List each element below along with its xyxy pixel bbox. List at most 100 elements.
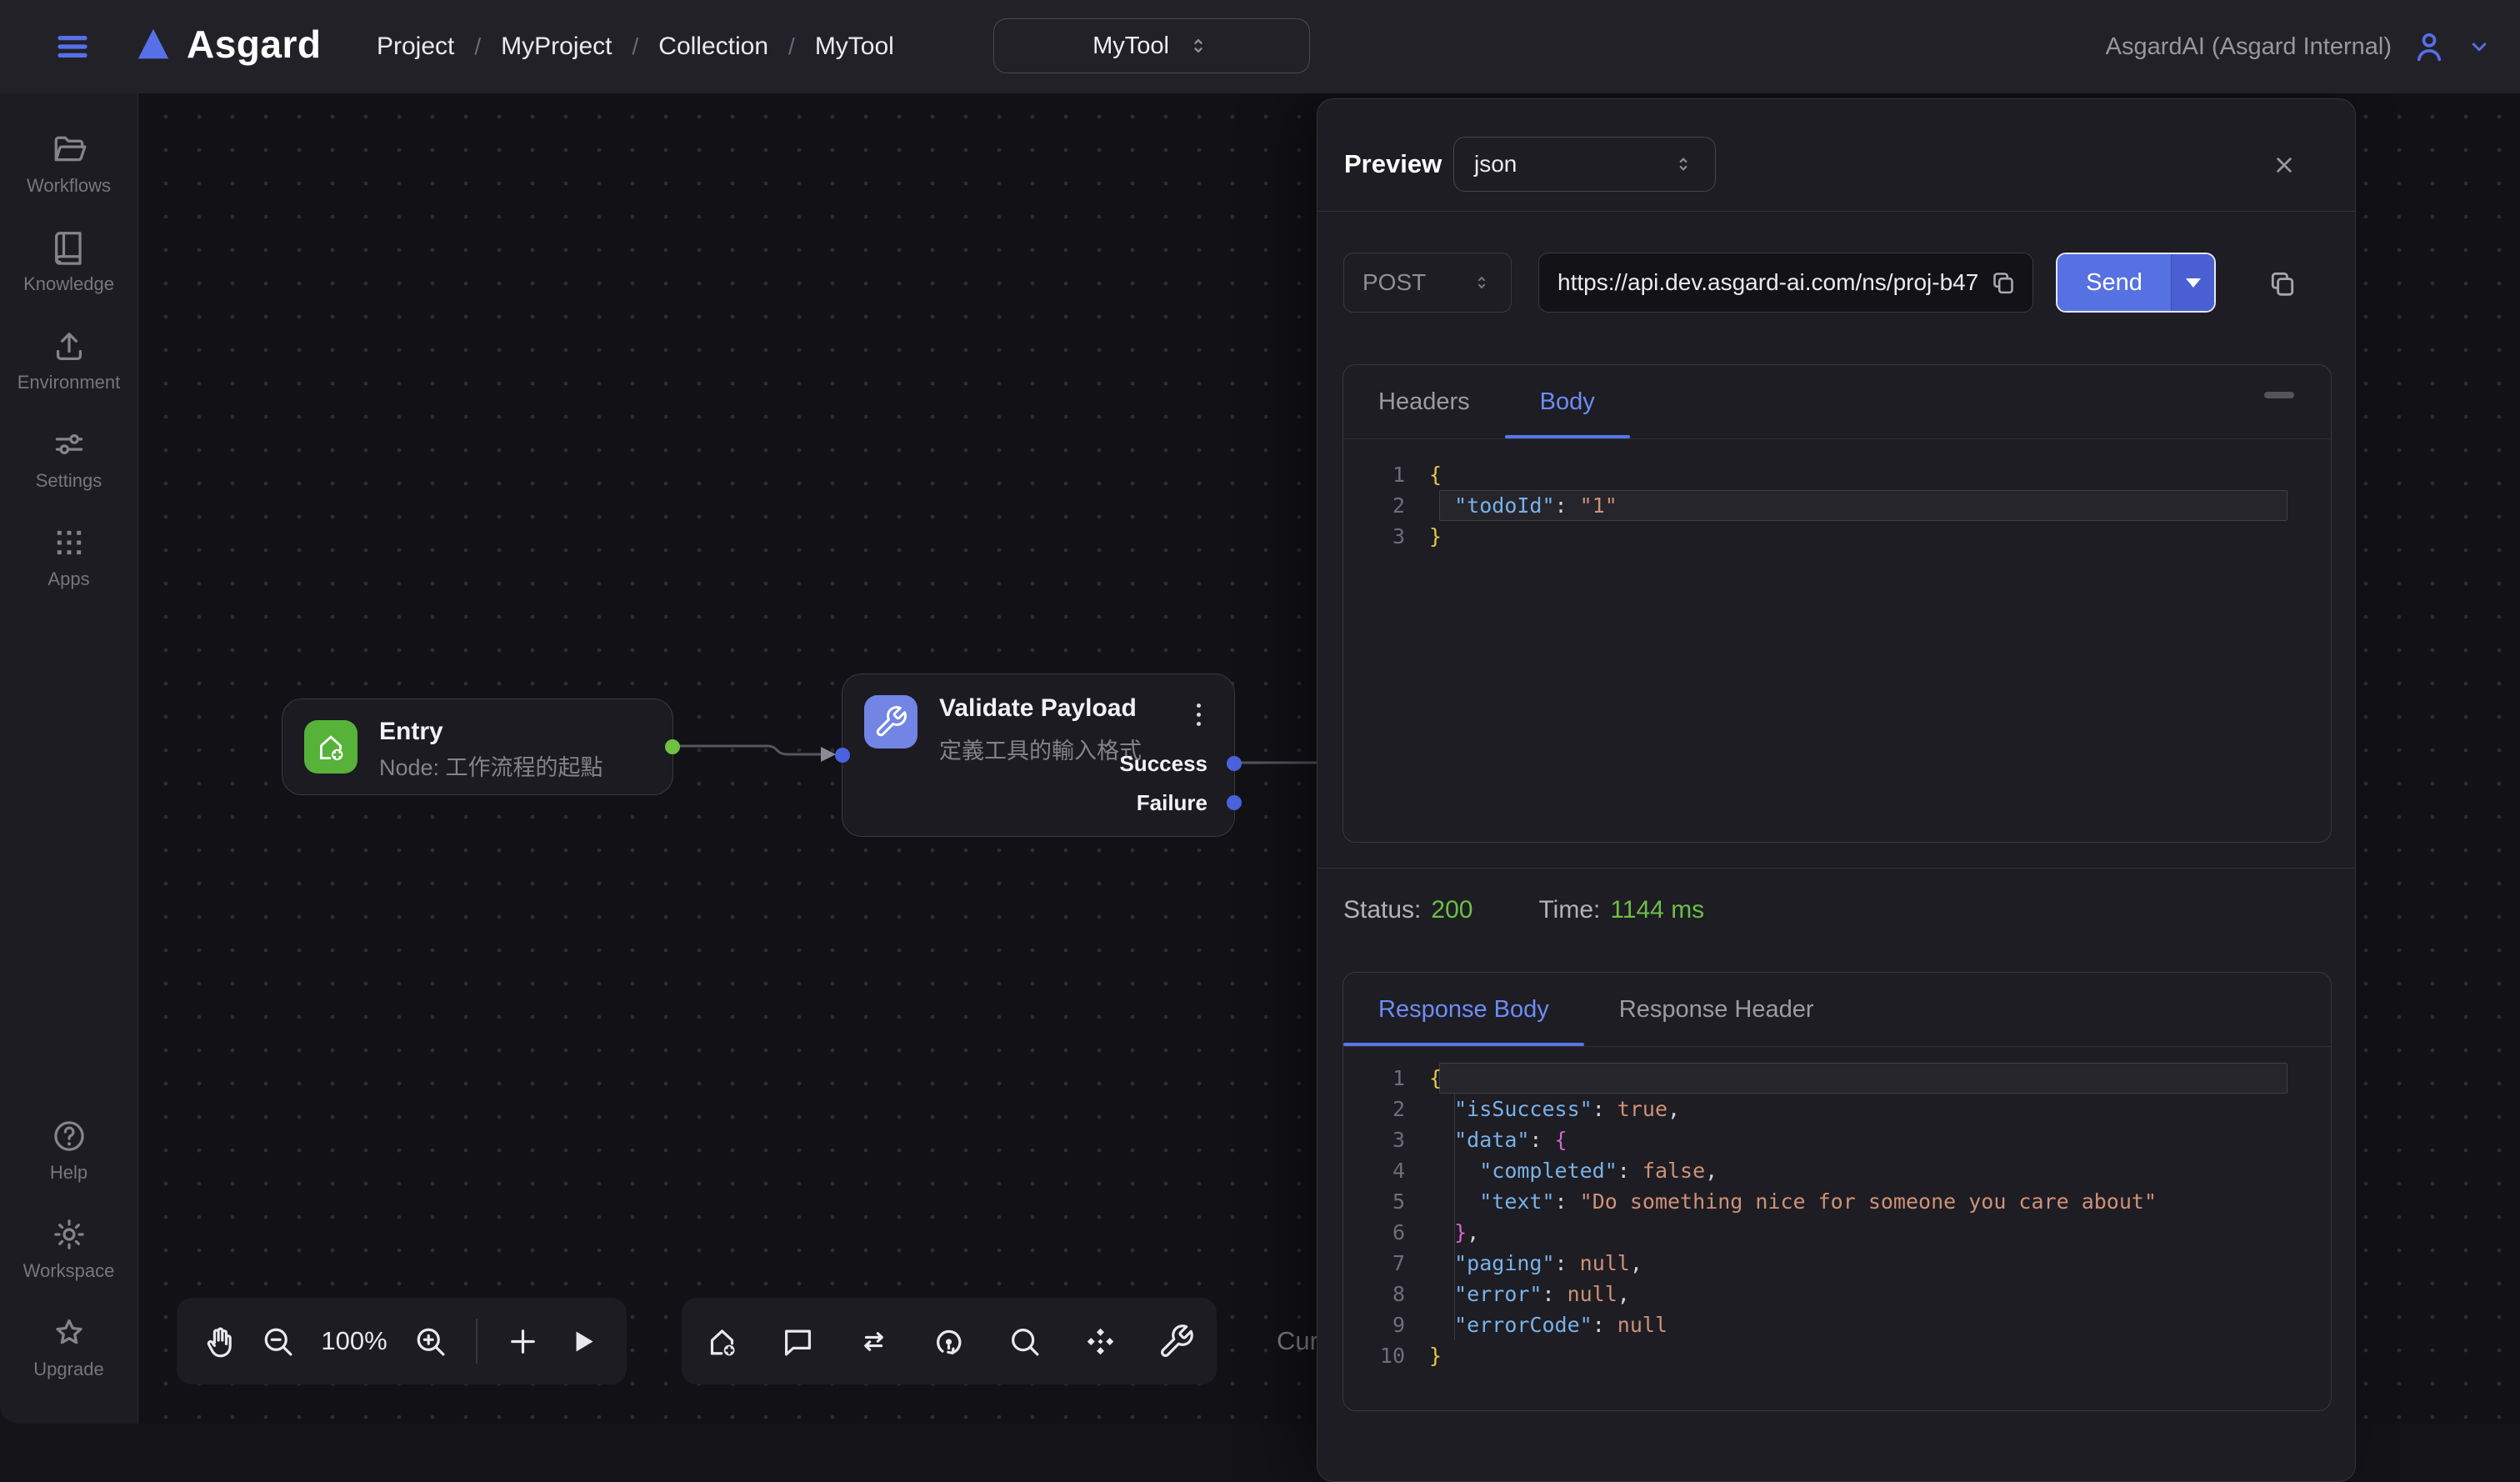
line-number: 3 xyxy=(1343,524,1405,548)
line-number: 2 xyxy=(1343,1097,1405,1121)
success-output-port[interactable] xyxy=(1227,756,1242,771)
code-line-3: 3} xyxy=(1343,521,2331,552)
close-icon xyxy=(2270,151,2298,179)
toolbar-entry-add-button[interactable] xyxy=(703,1323,741,1360)
response-body-editor[interactable]: 1{2 "isSuccess": true,3 "data": {4 "comp… xyxy=(1343,1047,2331,1371)
zoom-out-icon xyxy=(259,1323,297,1360)
menu-button[interactable] xyxy=(52,27,93,67)
failure-output-port[interactable] xyxy=(1227,795,1242,810)
code-line-9: 9 "errorCode": null xyxy=(1343,1309,2331,1340)
format-select[interactable]: json xyxy=(1453,137,1716,192)
account-label: AsgardAI (Asgard Internal) xyxy=(2106,33,2392,61)
sidebar-item-label: Workflows xyxy=(27,175,111,197)
tab-response-header[interactable]: Response Header xyxy=(1584,973,1849,1046)
time-label: Time: xyxy=(1538,896,1600,924)
method-select[interactable]: POST xyxy=(1343,253,1512,313)
node-validate-payload[interactable]: Validate Payload 定義工具的輸入格式 Success Failu… xyxy=(842,673,1235,837)
sidebar-item-apps[interactable]: Apps xyxy=(0,523,138,590)
entry-add-icon xyxy=(703,1323,741,1360)
output-port[interactable] xyxy=(665,739,680,754)
gear-icon xyxy=(50,1215,88,1254)
sidebar-item-label: Workspace xyxy=(23,1260,115,1282)
method-select-value: POST xyxy=(1362,269,1426,296)
tool-select[interactable]: MyTool xyxy=(993,18,1310,73)
tab-body[interactable]: Body xyxy=(1505,365,1630,438)
close-panel-button[interactable] xyxy=(2270,151,2298,179)
zoom-out-button[interactable] xyxy=(259,1323,297,1360)
caret-down-icon xyxy=(2186,278,2201,288)
line-number: 9 xyxy=(1343,1313,1405,1337)
toolbar-iteration-button[interactable] xyxy=(930,1323,968,1360)
sidebar: Workflows Knowledge Environment Settings App… xyxy=(0,93,138,1424)
toolbar-wrench-button[interactable] xyxy=(1158,1323,1195,1360)
zoom-level: 100% xyxy=(318,1326,390,1356)
tab-headers[interactable]: Headers xyxy=(1343,365,1505,438)
tab-response-body[interactable]: Response Body xyxy=(1343,973,1584,1046)
line-number: 5 xyxy=(1343,1189,1405,1214)
response-tabs: Response Body Response Header xyxy=(1343,973,2331,1047)
breadcrumb-item-collection[interactable]: Collection xyxy=(658,33,768,61)
toolbar-nodes-button[interactable] xyxy=(1082,1323,1119,1360)
sidebar-item-workflows[interactable]: Workflows xyxy=(0,130,138,197)
book-icon xyxy=(50,228,88,267)
content-area: Workflows Knowledge Environment Settings App… xyxy=(0,93,2520,1424)
sidebar-item-upgrade[interactable]: Upgrade xyxy=(0,1314,138,1380)
code-line-4: 4 "completed": false, xyxy=(1343,1155,2331,1186)
sidebar-item-label: Knowledge xyxy=(23,273,114,295)
node-entry[interactable]: Entry Node: 工作流程的起點 xyxy=(282,698,673,795)
sidebar-item-settings[interactable]: Settings xyxy=(0,425,138,492)
code-line-2: 2 "isSuccess": true, xyxy=(1343,1094,2331,1124)
brand[interactable]: Asgard xyxy=(132,22,321,67)
node-menu-button[interactable] xyxy=(1188,696,1209,733)
sidebar-item-environment[interactable]: Environment xyxy=(0,327,138,393)
code-line-6: 6 }, xyxy=(1343,1217,2331,1248)
request-body-editor[interactable]: 1{2 "todoId": "1"3} xyxy=(1343,439,2331,552)
breadcrumb-separator: / xyxy=(474,33,481,60)
sidebar-item-label: Upgrade xyxy=(33,1359,103,1380)
copy-url-button[interactable] xyxy=(1989,268,2018,297)
plus-icon xyxy=(504,1323,542,1360)
code-line-1: 1{ xyxy=(1343,1063,2331,1094)
code-line-3: 3 "data": { xyxy=(1343,1124,2331,1155)
sidebar-bottom-group: Help Workspace Upgrade xyxy=(0,1117,138,1412)
panel-title: Preview xyxy=(1344,149,1442,179)
add-button[interactable] xyxy=(504,1323,542,1360)
line-number: 1 xyxy=(1343,463,1405,487)
format-select-value: json xyxy=(1474,151,1517,178)
panel-divider xyxy=(1318,868,2355,869)
status-row: Status: 200 Time: 1144 ms xyxy=(1343,896,1704,924)
status-label: Status: xyxy=(1343,896,1421,924)
input-port[interactable] xyxy=(835,748,850,763)
url-input[interactable]: https://api.dev.asgard-ai.com/ns/proj-b4… xyxy=(1538,253,2033,313)
toolbar-comment-button[interactable] xyxy=(779,1323,817,1360)
editor-scrollbar[interactable] xyxy=(2264,392,2294,398)
copy-icon xyxy=(1989,268,2018,297)
line-number: 8 xyxy=(1343,1282,1405,1306)
pan-button[interactable] xyxy=(200,1323,238,1360)
send-button[interactable]: Send xyxy=(2058,254,2171,311)
account-menu[interactable]: AsgardAI (Asgard Internal) xyxy=(2106,0,2492,93)
top-bar: Asgard Project/MyProject/Collection/MyTo… xyxy=(0,0,2520,93)
breadcrumb-item-project[interactable]: Project xyxy=(377,33,454,61)
send-options-button[interactable] xyxy=(2171,254,2214,311)
copy-icon xyxy=(2267,268,2298,299)
help-circle-icon xyxy=(50,1117,88,1155)
sidebar-item-knowledge[interactable]: Knowledge xyxy=(0,228,138,295)
toolbar-swap-arrows-button[interactable] xyxy=(855,1323,892,1360)
sidebar-item-label: Help xyxy=(50,1162,88,1184)
line-number: 4 xyxy=(1343,1159,1405,1183)
play-icon xyxy=(563,1323,601,1360)
canvas-zoom-toolbar: 100% xyxy=(177,1298,627,1384)
run-button[interactable] xyxy=(563,1323,601,1360)
sidebar-item-workspace[interactable]: Workspace xyxy=(0,1215,138,1282)
breadcrumb-item-mytool[interactable]: MyTool xyxy=(815,33,894,61)
toolbar-search-button[interactable] xyxy=(1006,1323,1043,1360)
wrench-icon xyxy=(1158,1323,1195,1360)
person-icon xyxy=(2410,28,2448,66)
copy-request-button[interactable] xyxy=(2267,268,2298,299)
sidebar-item-help[interactable]: Help xyxy=(0,1117,138,1184)
folder-icon xyxy=(50,130,88,168)
breadcrumb-item-myproject[interactable]: MyProject xyxy=(501,33,612,61)
zoom-in-button[interactable] xyxy=(412,1323,449,1360)
sidebar-item-label: Environment xyxy=(18,372,121,393)
